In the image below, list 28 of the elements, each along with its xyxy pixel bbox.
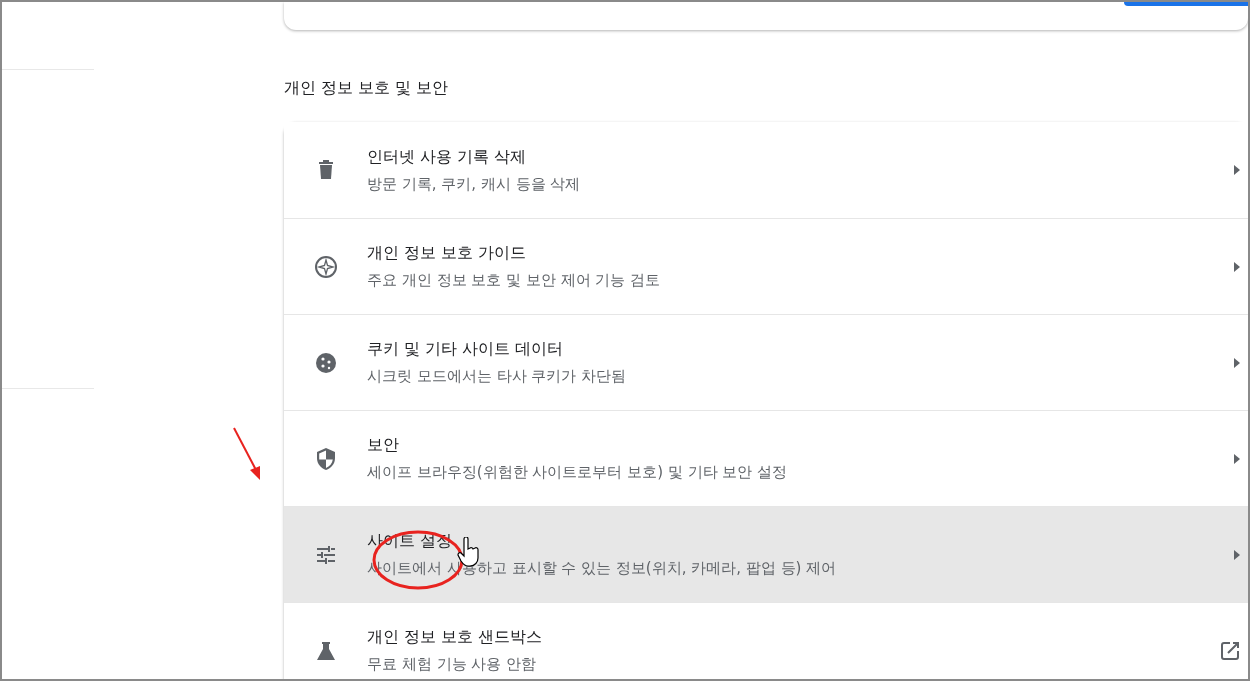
row-title: 인터넷 사용 기록 삭제 bbox=[367, 145, 528, 168]
chevron-right-icon[interactable] bbox=[1234, 453, 1240, 464]
sliders-icon bbox=[316, 545, 336, 564]
row-title: 개인 정보 보호 샌드박스 bbox=[367, 626, 544, 649]
chevron-right-icon[interactable] bbox=[1234, 165, 1240, 175]
row-subtitle: 시크릿 모드에서는 타사 쿠키가 차단됨 bbox=[367, 366, 628, 388]
trash-icon bbox=[317, 160, 335, 180]
settings-row[interactable]: 개인 정보 보호 가이드 주요 개인 정보 보호 및 보안 제어 기능 검토 bbox=[284, 218, 1248, 314]
settings-row[interactable]: 개인 정보 보호 샌드박스 무료 체험 기능 사용 안함 bbox=[284, 602, 1248, 679]
flask-icon bbox=[316, 640, 336, 661]
chevron-right-icon[interactable] bbox=[1234, 549, 1240, 560]
cookie-icon bbox=[314, 350, 338, 375]
compass-icon bbox=[314, 254, 338, 279]
chevron-right-icon[interactable] bbox=[1234, 261, 1240, 272]
shield-icon bbox=[315, 446, 337, 471]
row-subtitle: 주요 개인 정보 보호 및 보안 제어 기능 검토 bbox=[367, 270, 662, 292]
chevron-right-icon[interactable] bbox=[1234, 357, 1240, 368]
settings-row[interactable]: 인터넷 사용 기록 삭제 방문 기록, 쿠키, 캐시 등을 삭제 bbox=[284, 122, 1248, 218]
row-title: 쿠키 및 기타 사이트 데이터 bbox=[367, 338, 565, 361]
section-title: 개인 정보 보호 및 보안 bbox=[284, 77, 450, 99]
row-title: 개인 정보 보호 가이드 bbox=[367, 242, 528, 265]
settings-row[interactable]: 보안 세이프 브라우징(위험한 사이트로부터 보호) 및 기타 보안 설정 bbox=[284, 410, 1248, 506]
row-subtitle: 무료 체험 기능 사용 안함 bbox=[367, 654, 538, 676]
row-subtitle: 세이프 브라우징(위험한 사이트로부터 보호) 및 기타 보안 설정 bbox=[367, 462, 789, 484]
row-subtitle: 방문 기록, 쿠키, 캐시 등을 삭제 bbox=[367, 173, 582, 195]
external-link-icon[interactable] bbox=[1220, 640, 1240, 661]
settings-row[interactable]: 쿠키 및 기타 사이트 데이터 시크릿 모드에서는 타사 쿠키가 차단됨 bbox=[284, 314, 1248, 410]
row-title: 보안 bbox=[367, 434, 400, 457]
